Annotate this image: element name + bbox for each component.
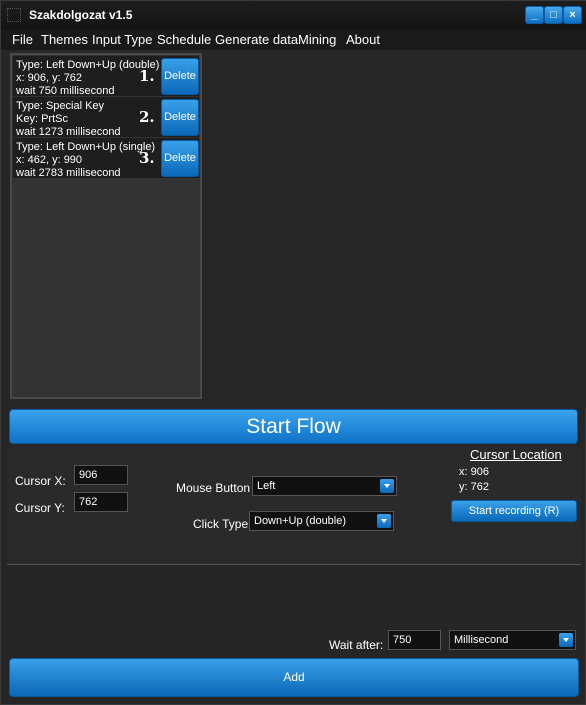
flow-item-detail: x: 462, y: 990: [16, 154, 83, 166]
menu-schedule[interactable]: Schedule: [157, 32, 211, 47]
title-bar[interactable]: Szakdolgozat v1.5 _ □ ×: [1, 1, 586, 30]
menu-bar: File Themes Input Type Schedule Generate…: [1, 30, 586, 50]
window-title: Szakdolgozat v1.5: [29, 8, 133, 22]
flow-list[interactable]: Type: Left Down+Up (double) x: 906, y: 7…: [10, 53, 202, 399]
click-type-value: Down+Up (double): [254, 515, 347, 527]
menu-input-type[interactable]: Input Type: [92, 32, 152, 47]
flow-item-detail: x: 906, y: 762: [16, 72, 83, 84]
wait-panel: Wait after: 750 Millisecond: [7, 566, 581, 656]
cursor-location-y: y: 762: [459, 481, 489, 493]
cursor-x-label: Cursor X:: [15, 474, 66, 488]
click-type-label: Click Type: [193, 517, 249, 531]
cursor-x-field[interactable]: 906: [74, 465, 128, 485]
flow-item[interactable]: Type: Left Down+Up (single) x: 462, y: 9…: [13, 138, 199, 179]
flow-item-number: 1.: [139, 67, 155, 85]
add-button[interactable]: Add: [9, 658, 579, 697]
flow-item-wait: wait 2783 millisecond: [16, 167, 121, 179]
app-icon: [7, 8, 21, 22]
mouse-button-value: Left: [257, 480, 276, 492]
flow-item-type: Type: Left Down+Up (single): [16, 141, 156, 153]
flow-item[interactable]: Type: Special Key Key: PrtSc wait 1273 m…: [13, 97, 199, 138]
start-flow-button[interactable]: Start Flow: [9, 409, 578, 444]
cursor-location-title: Cursor Location: [470, 447, 562, 462]
minimize-button[interactable]: _: [525, 6, 544, 24]
menu-file[interactable]: File: [12, 32, 33, 47]
app-window: Szakdolgozat v1.5 _ □ × File Themes Inpu…: [0, 0, 586, 705]
click-type-select[interactable]: Down+Up (double): [249, 511, 394, 531]
wait-unit-value: Millisecond: [454, 634, 509, 646]
cursor-location-panel: Cursor Location x: 906 y: 762 Start reco…: [450, 447, 581, 524]
menu-about[interactable]: About: [346, 32, 380, 47]
menu-mining[interactable]: Mining: [298, 32, 336, 47]
flow-item[interactable]: Type: Left Down+Up (double) x: 906, y: 7…: [13, 56, 199, 97]
chevron-down-icon[interactable]: [559, 633, 573, 647]
flow-area: Type: Left Down+Up (double) x: 906, y: 7…: [1, 50, 586, 408]
delete-button[interactable]: Delete: [161, 140, 199, 177]
menu-generate-data[interactable]: Generate data: [215, 32, 298, 47]
delete-button[interactable]: Delete: [161, 99, 199, 136]
cursor-location-x: x: 906: [459, 466, 489, 478]
flow-item-type: Type: Special Key: [16, 100, 105, 112]
delete-button[interactable]: Delete: [161, 58, 199, 95]
flow-item-type: Type: Left Down+Up (double): [16, 59, 160, 71]
flow-item-wait: wait 750 millisecond: [16, 85, 115, 97]
cursor-y-field[interactable]: 762: [74, 492, 128, 512]
wait-unit-select[interactable]: Millisecond: [449, 630, 576, 650]
cursor-y-label: Cursor Y:: [15, 501, 65, 515]
flow-item-wait: wait 1273 millisecond: [16, 126, 121, 138]
wait-after-field[interactable]: 750: [388, 630, 441, 650]
maximize-button[interactable]: □: [544, 6, 563, 24]
flow-item-number: 3.: [139, 149, 155, 167]
flow-item-detail: Key: PrtSc: [16, 113, 68, 125]
flow-item-number: 2.: [139, 108, 155, 126]
chevron-down-icon[interactable]: [377, 514, 391, 528]
wait-after-label: Wait after:: [329, 638, 384, 652]
mouse-button-label: Mouse Button: [176, 481, 251, 495]
chevron-down-icon[interactable]: [380, 479, 394, 493]
close-button[interactable]: ×: [563, 6, 582, 24]
start-recording-button[interactable]: Start recording (R): [451, 500, 577, 522]
mouse-button-select[interactable]: Left: [252, 476, 397, 496]
menu-themes[interactable]: Themes: [41, 32, 88, 47]
